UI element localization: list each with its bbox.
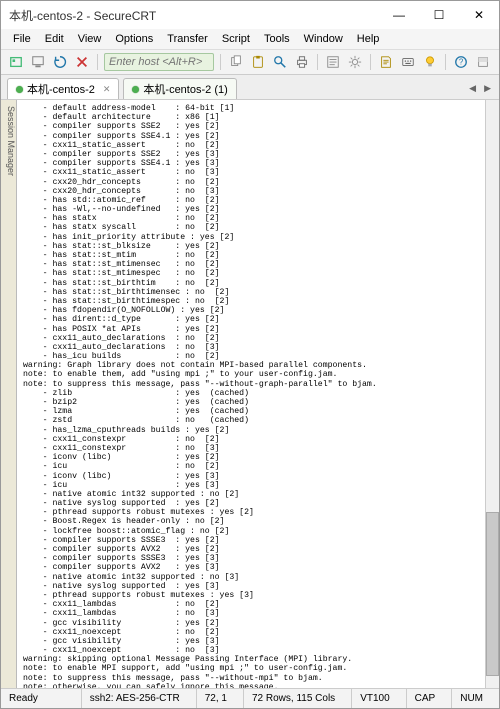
status-led-icon — [132, 86, 139, 93]
host-input[interactable] — [104, 53, 214, 71]
copy-icon[interactable] — [227, 53, 245, 71]
properties-icon[interactable] — [324, 53, 342, 71]
status-num: NUM — [451, 689, 491, 708]
menu-help[interactable]: Help — [351, 31, 386, 47]
svg-text:?: ? — [459, 58, 464, 67]
tab-label: 本机-centos-2 — [27, 81, 95, 97]
tab-label: 本机-centos-2 (1) — [143, 81, 227, 97]
menubar: File Edit View Options Transfer Script T… — [1, 29, 499, 50]
tab-prev-icon[interactable]: ◀ — [467, 81, 478, 96]
status-cipher: ssh2: AES-256-CTR — [81, 689, 188, 708]
minimize-button[interactable]: — — [379, 1, 419, 29]
keymap-icon[interactable] — [399, 53, 417, 71]
status-led-icon — [16, 86, 23, 93]
status-position: 72, 1 — [196, 689, 235, 708]
menu-view[interactable]: View — [72, 31, 108, 47]
scrollbar[interactable] — [485, 100, 499, 688]
terminal-output[interactable]: - default address-model : 64-bit [1] - d… — [17, 100, 485, 688]
disconnect-icon[interactable] — [73, 53, 91, 71]
tabbar: 本机-centos-2 ✕ 本机-centos-2 (1) ◀ ▶ — [1, 75, 499, 100]
menu-edit[interactable]: Edit — [39, 31, 70, 47]
status-term: VT100 — [351, 689, 397, 708]
separator — [317, 54, 318, 70]
reconnect-icon[interactable] — [51, 53, 69, 71]
find-icon[interactable] — [271, 53, 289, 71]
tab-2[interactable]: 本机-centos-2 (1) — [123, 78, 236, 99]
separator — [220, 54, 221, 70]
status-ready: Ready — [9, 693, 38, 704]
script-icon[interactable] — [377, 53, 395, 71]
menu-tools[interactable]: Tools — [258, 31, 296, 47]
separator — [97, 54, 98, 70]
close-button[interactable]: ✕ — [459, 1, 499, 29]
status-caps: CAP — [406, 689, 444, 708]
print-icon[interactable] — [293, 53, 311, 71]
menu-file[interactable]: File — [7, 31, 37, 47]
menu-options[interactable]: Options — [109, 31, 159, 47]
window-title: 本机-centos-2 - SecureCRT — [9, 7, 156, 24]
separator — [370, 54, 371, 70]
tab-close-icon[interactable]: ✕ — [103, 84, 111, 95]
options-icon[interactable] — [346, 53, 364, 71]
menu-window[interactable]: Window — [298, 31, 349, 47]
toolbar: ? — [1, 50, 499, 75]
sessions-icon[interactable] — [7, 53, 25, 71]
tab-next-icon[interactable]: ▶ — [482, 81, 493, 96]
statusbar: Ready ssh2: AES-256-CTR 72, 1 72 Rows, 1… — [1, 688, 499, 708]
menu-transfer[interactable]: Transfer — [161, 31, 214, 47]
paste-icon[interactable] — [249, 53, 267, 71]
session-manager-strip[interactable]: Session Manager — [1, 100, 17, 688]
lightbulb-icon[interactable] — [421, 53, 439, 71]
status-size: 72 Rows, 115 Cols — [243, 689, 343, 708]
maximize-button[interactable]: ☐ — [419, 1, 459, 29]
titlebar: 本机-centos-2 - SecureCRT — ☐ ✕ — [1, 1, 499, 29]
tab-1[interactable]: 本机-centos-2 ✕ — [7, 78, 119, 99]
menu-script[interactable]: Script — [216, 31, 256, 47]
separator — [445, 54, 446, 70]
toggle-icon[interactable] — [474, 53, 492, 71]
connect-icon[interactable] — [29, 53, 47, 71]
help-icon[interactable]: ? — [452, 53, 470, 71]
